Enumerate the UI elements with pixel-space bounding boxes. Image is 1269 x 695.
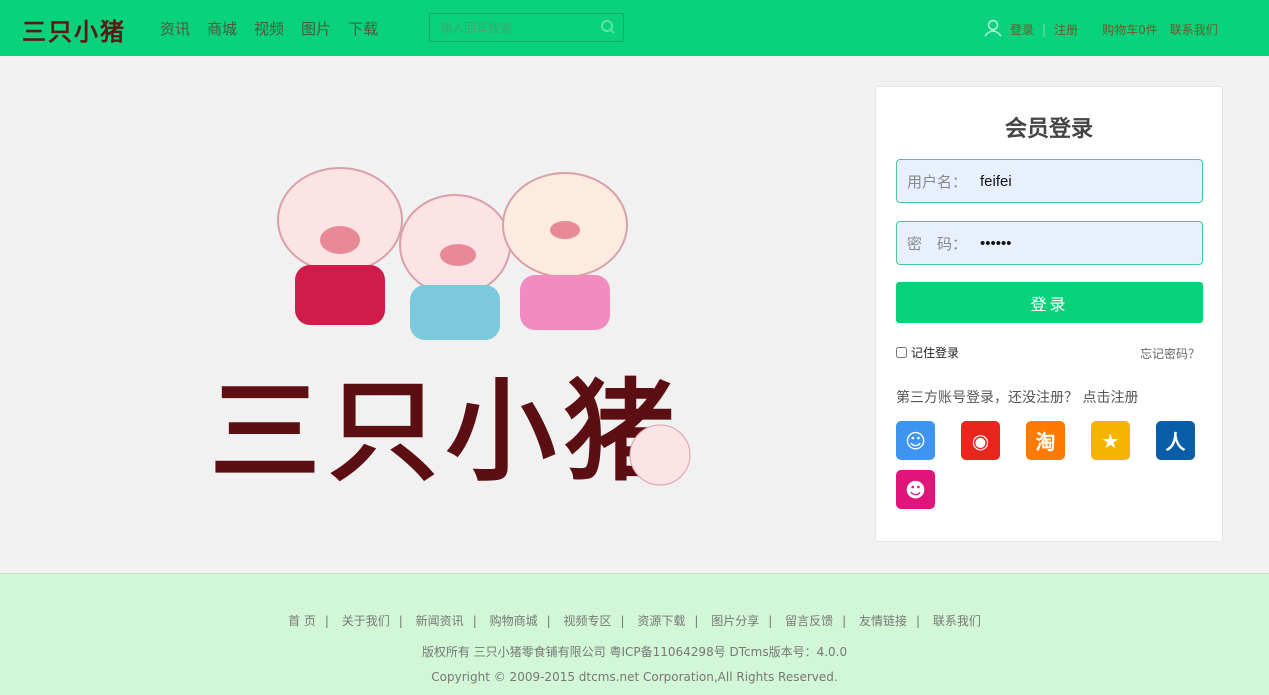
password-label: 密 码：	[907, 234, 968, 253]
register-link[interactable]: 注册	[1054, 21, 1078, 38]
remember-checkbox[interactable]	[896, 347, 907, 358]
footer-link-home[interactable]: 首 页	[288, 614, 316, 628]
footer-link-contact[interactable]: 联系我们	[933, 614, 981, 628]
password-input[interactable]	[980, 234, 1180, 252]
top-header: 三只小猪 资讯 商城 视频 图片 下载 登录 | 注册 购物车0件 联系我们	[0, 0, 1269, 56]
qq-login-icon[interactable]: ☺	[896, 421, 935, 460]
footer-copyright-cn: 版权所有 三只小猪零食铺有限公司 粤ICP备11064298号 DTcms版本号…	[421, 645, 848, 659]
footer-link-download[interactable]: 资源下载	[637, 614, 685, 628]
banner-logo-text: 三只小猪	[210, 368, 682, 496]
username-label: 用户名：	[907, 172, 968, 191]
nav-photos[interactable]: 图片	[301, 18, 331, 39]
login-link[interactable]: 登录	[1010, 21, 1034, 38]
footer-copyright-en: Copyright © 2009-2015 dtcms.net Corporat…	[431, 670, 838, 684]
user-icon	[984, 19, 1002, 40]
username-field: 用户名：	[896, 159, 1203, 203]
nav-video[interactable]: 视频	[254, 18, 284, 39]
user-links: 登录 | 注册 购物车0件 联系我们	[984, 19, 1226, 40]
password-field: 密 码：	[896, 221, 1203, 265]
nav-shop[interactable]: 商城	[207, 18, 237, 39]
kaixin-login-icon[interactable]: ★	[1091, 421, 1130, 460]
footer-link-friends[interactable]: 友情链接	[859, 614, 907, 628]
search-icon[interactable]	[600, 19, 616, 39]
banner-illustration: 三只小猪	[200, 150, 720, 500]
weibo-login-icon[interactable]: ◉	[961, 421, 1000, 460]
footer-link-news[interactable]: 新闻资讯	[416, 614, 464, 628]
forgot-password-link[interactable]: 忘记密码？	[1140, 345, 1200, 362]
renren-login-icon[interactable]: 人	[1156, 421, 1195, 460]
site-logo[interactable]: 三只小猪	[22, 12, 126, 47]
divider: |	[1042, 22, 1047, 37]
remember-login[interactable]: 记住登录	[896, 344, 959, 361]
search-input[interactable]	[430, 14, 590, 41]
feixin-login-icon[interactable]: ☻	[896, 470, 935, 509]
nav-news[interactable]: 资讯	[160, 18, 190, 39]
footer-link-video[interactable]: 视频专区	[563, 614, 611, 628]
footer-link-about[interactable]: 关于我们	[342, 614, 390, 628]
login-title: 会员登录	[1004, 117, 1093, 142]
footer: 首 页 | 关于我们 | 新闻资讯 | 购物商城 | 视频专区 | 资源下载 | 图片分享 |…	[0, 573, 1269, 695]
cart-link[interactable]: 购物车0件	[1102, 21, 1158, 38]
username-input[interactable]	[980, 172, 1180, 190]
footer-link-feedback[interactable]: 留言反馈	[785, 614, 833, 628]
third-party-icons: ☺ ◉ 淘 ★ 人 ☻	[896, 421, 1206, 509]
third-party-text[interactable]: 第三方账号登录，还没注册？ 点击注册	[896, 387, 1138, 407]
nav-download[interactable]: 下载	[348, 18, 378, 39]
footer-link-photos[interactable]: 图片分享	[711, 614, 759, 628]
three-pigs-image: 三只小猪	[210, 167, 691, 496]
main-nav: 资讯 商城 视频 图片 下载	[160, 18, 378, 39]
login-panel: 会员登录 用户名： 密 码： 登录 记住登录 忘记密码？ 第三方账号登录，还没注…	[875, 86, 1223, 542]
contact-link[interactable]: 联系我们	[1170, 21, 1218, 38]
footer-links: 首 页 | 关于我们 | 新闻资讯 | 购物商城 | 视频专区 | 资源下载 | 图片分享 |…	[288, 614, 981, 628]
taobao-login-icon[interactable]: 淘	[1026, 421, 1065, 460]
search-box	[429, 13, 624, 42]
remember-label: 记住登录	[911, 346, 960, 360]
footer-link-shop[interactable]: 购物商城	[490, 614, 538, 628]
login-button[interactable]: 登录	[896, 282, 1203, 323]
